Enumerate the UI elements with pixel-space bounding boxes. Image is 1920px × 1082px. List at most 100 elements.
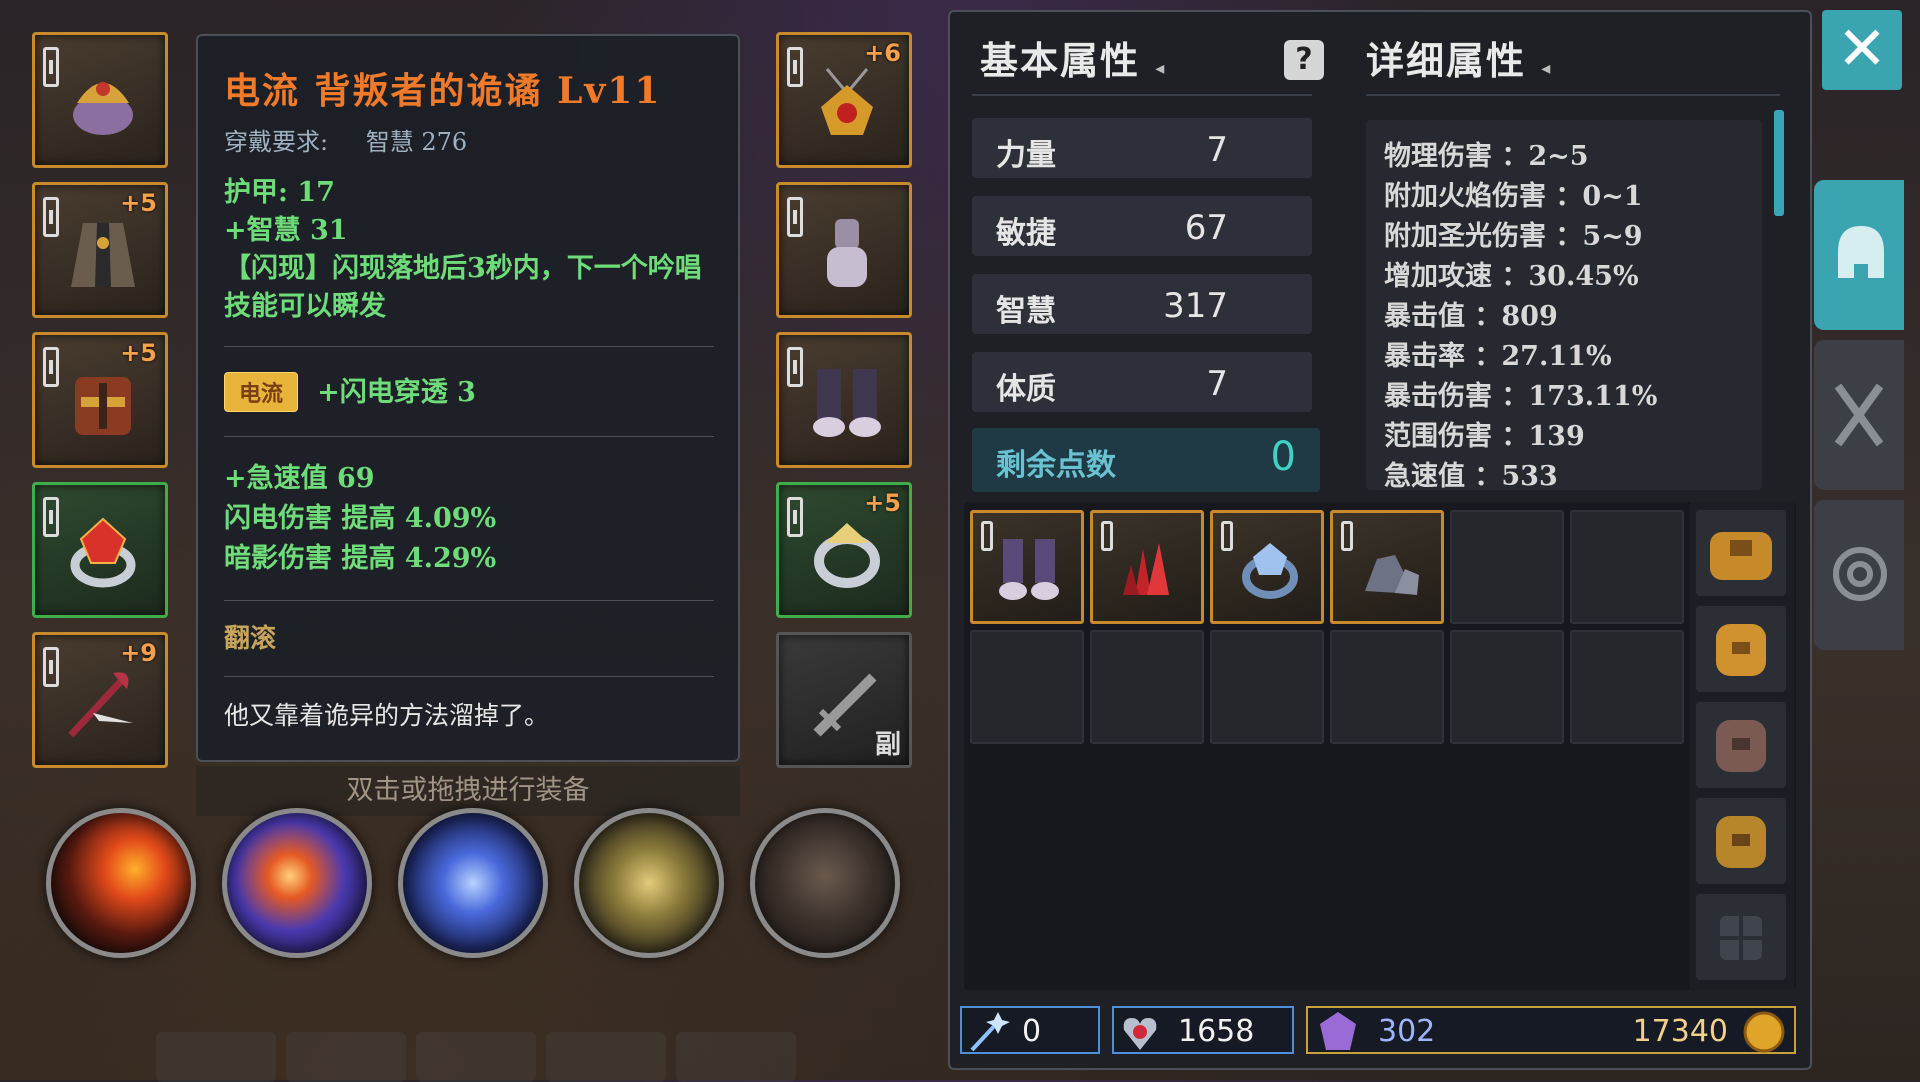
crossed-swords-icon — [1834, 383, 1884, 447]
wand-icon — [970, 1012, 1010, 1052]
armor-stat: 护甲: 17 — [224, 177, 335, 208]
chest-slot[interactable]: +5 — [32, 182, 168, 318]
effect-line-1: 【闪现】闪现落地后3秒内，下一个吟唱 — [224, 253, 702, 284]
skill-name: 翻滚 — [224, 624, 277, 654]
backpack-icon — [1710, 532, 1772, 580]
stat-value: 7 — [1206, 130, 1228, 170]
lock-icon — [43, 197, 59, 237]
backpack-icon — [1716, 720, 1766, 772]
boots-slot[interactable] — [776, 332, 912, 468]
tab-equipment[interactable] — [1814, 180, 1904, 330]
lock-icon — [1101, 521, 1113, 551]
skill-lightning-orb-button[interactable] — [398, 808, 548, 958]
boots-icon — [999, 539, 1059, 600]
help-icon[interactable]: ? — [1284, 40, 1324, 80]
basic-attr-title: 基本属性 — [980, 38, 1141, 83]
gold-count: 17340 — [1632, 1014, 1728, 1049]
detail-row: 增加攻速 ：30.45% — [1384, 261, 1639, 292]
ore-icon — [1365, 555, 1419, 595]
skill-holy-orb-button[interactable] — [574, 808, 724, 958]
heart-currency: 1658 — [1112, 1006, 1294, 1054]
backpack-icon — [1716, 816, 1766, 868]
gloves-slot[interactable] — [776, 182, 912, 318]
inventory-slot-empty[interactable] — [1090, 630, 1204, 744]
bag-tab-2[interactable] — [1696, 606, 1786, 692]
skill-fireball-button[interactable] — [46, 808, 196, 958]
stat-label: 体质 — [996, 372, 1056, 407]
divider — [224, 436, 714, 437]
inventory-slot[interactable] — [1330, 510, 1444, 624]
req-value: 智慧 276 — [365, 128, 468, 156]
target-icon — [1833, 547, 1887, 601]
detail-row: 暴击伤害 ：173.11% — [1384, 381, 1658, 412]
close-button[interactable]: ✕ — [1822, 10, 1902, 90]
element-row: 电流 +闪电穿透 3 — [224, 370, 476, 412]
lock-icon — [43, 47, 59, 87]
detail-row: 附加圣光伤害 ：5~9 — [1384, 221, 1643, 252]
weapon-slot[interactable]: +9 — [32, 632, 168, 768]
gem-count: 302 — [1378, 1014, 1436, 1049]
detail-attr-title: 详细属性 — [1366, 38, 1527, 83]
tab-skills[interactable] — [1814, 340, 1904, 490]
bag-tab-3[interactable] — [1696, 702, 1786, 788]
amulet-slot[interactable]: +6 — [776, 32, 912, 168]
waist-slot[interactable]: +5 — [32, 332, 168, 468]
inventory-slot-empty[interactable] — [1450, 510, 1564, 624]
remaining-points: 剩余点数 0 — [972, 428, 1320, 492]
tab-settings[interactable] — [1814, 500, 1904, 650]
basic-attr-header[interactable]: 基本属性 ◂ — [980, 30, 1166, 85]
divider — [224, 346, 714, 347]
detail-row: 暴击率 ：27.11% — [1384, 341, 1612, 372]
purple-gem-icon — [1320, 1012, 1356, 1050]
haste-stat: +急速值 69 — [224, 463, 375, 494]
detail-scrollbar[interactable] — [1774, 110, 1784, 216]
offhand-slot[interactable]: 副 — [776, 632, 912, 768]
detail-row: 物理伤害 ：2~5 — [1384, 141, 1589, 172]
inventory-slot[interactable] — [1090, 510, 1204, 624]
gold-coin-icon — [1743, 1011, 1785, 1053]
divider — [1366, 94, 1780, 96]
lock-icon — [43, 347, 59, 387]
wizard-hat-icon — [73, 82, 133, 135]
skill-comet-button[interactable] — [222, 808, 372, 958]
stat-label: 智慧 — [996, 294, 1056, 329]
lock-icon — [787, 347, 803, 387]
ring2-slot[interactable]: +5 — [776, 482, 912, 618]
dropdown-arrow-icon: ◂ — [1541, 58, 1553, 79]
divider — [972, 94, 1312, 96]
detail-attr-header[interactable]: 详细属性 ◂ — [1366, 30, 1552, 85]
detail-row: 暴击值 ：809 — [1384, 301, 1558, 332]
inventory-slot-empty[interactable] — [1450, 630, 1564, 744]
robe-icon — [71, 223, 135, 287]
ruby-ring-icon — [70, 517, 136, 588]
stat-strength: 力量 7 — [972, 118, 1312, 178]
amulet-icon — [821, 68, 873, 135]
hud-slot — [416, 1032, 536, 1082]
req-label: 穿戴要求: — [224, 128, 329, 156]
ring-slot[interactable] — [32, 482, 168, 618]
bag-tab-1[interactable] — [1696, 510, 1786, 596]
heart-count: 1658 — [1178, 1014, 1255, 1049]
locked-bag-icon — [1720, 916, 1762, 960]
inventory-slot-empty[interactable] — [1210, 630, 1324, 744]
helmet-slot[interactable] — [32, 32, 168, 168]
detail-attr-list[interactable]: 物理伤害 ：2~5 附加火焰伤害 ：0~1 附加圣光伤害 ：5~9 增加攻速 ：… — [1366, 120, 1762, 490]
inventory-slot-empty[interactable] — [1570, 630, 1684, 744]
inventory-slot[interactable] — [970, 510, 1084, 624]
offhand-label: 副 — [874, 730, 901, 760]
inventory-slot[interactable] — [1210, 510, 1324, 624]
lock-icon — [981, 521, 993, 551]
element-tag: 电流 — [224, 372, 299, 412]
bag-tab-4[interactable] — [1696, 798, 1786, 884]
inventory-slot-empty[interactable] — [970, 630, 1084, 744]
lock-icon — [787, 197, 803, 237]
hud-slot — [156, 1032, 276, 1082]
skill-dash-button[interactable] — [750, 808, 900, 958]
inventory-slot-empty[interactable] — [1330, 630, 1444, 744]
stat-value: 67 — [1184, 208, 1228, 248]
shadow-stat: 暗影伤害 提高 4.29% — [224, 543, 497, 574]
flavor-text: 他又靠着诡异的方法溜掉了。 — [224, 701, 550, 730]
inventory-slot-empty[interactable] — [1570, 510, 1684, 624]
stat-wisdom: 智慧 317 — [972, 274, 1312, 334]
bag-tab-locked[interactable] — [1696, 894, 1786, 980]
